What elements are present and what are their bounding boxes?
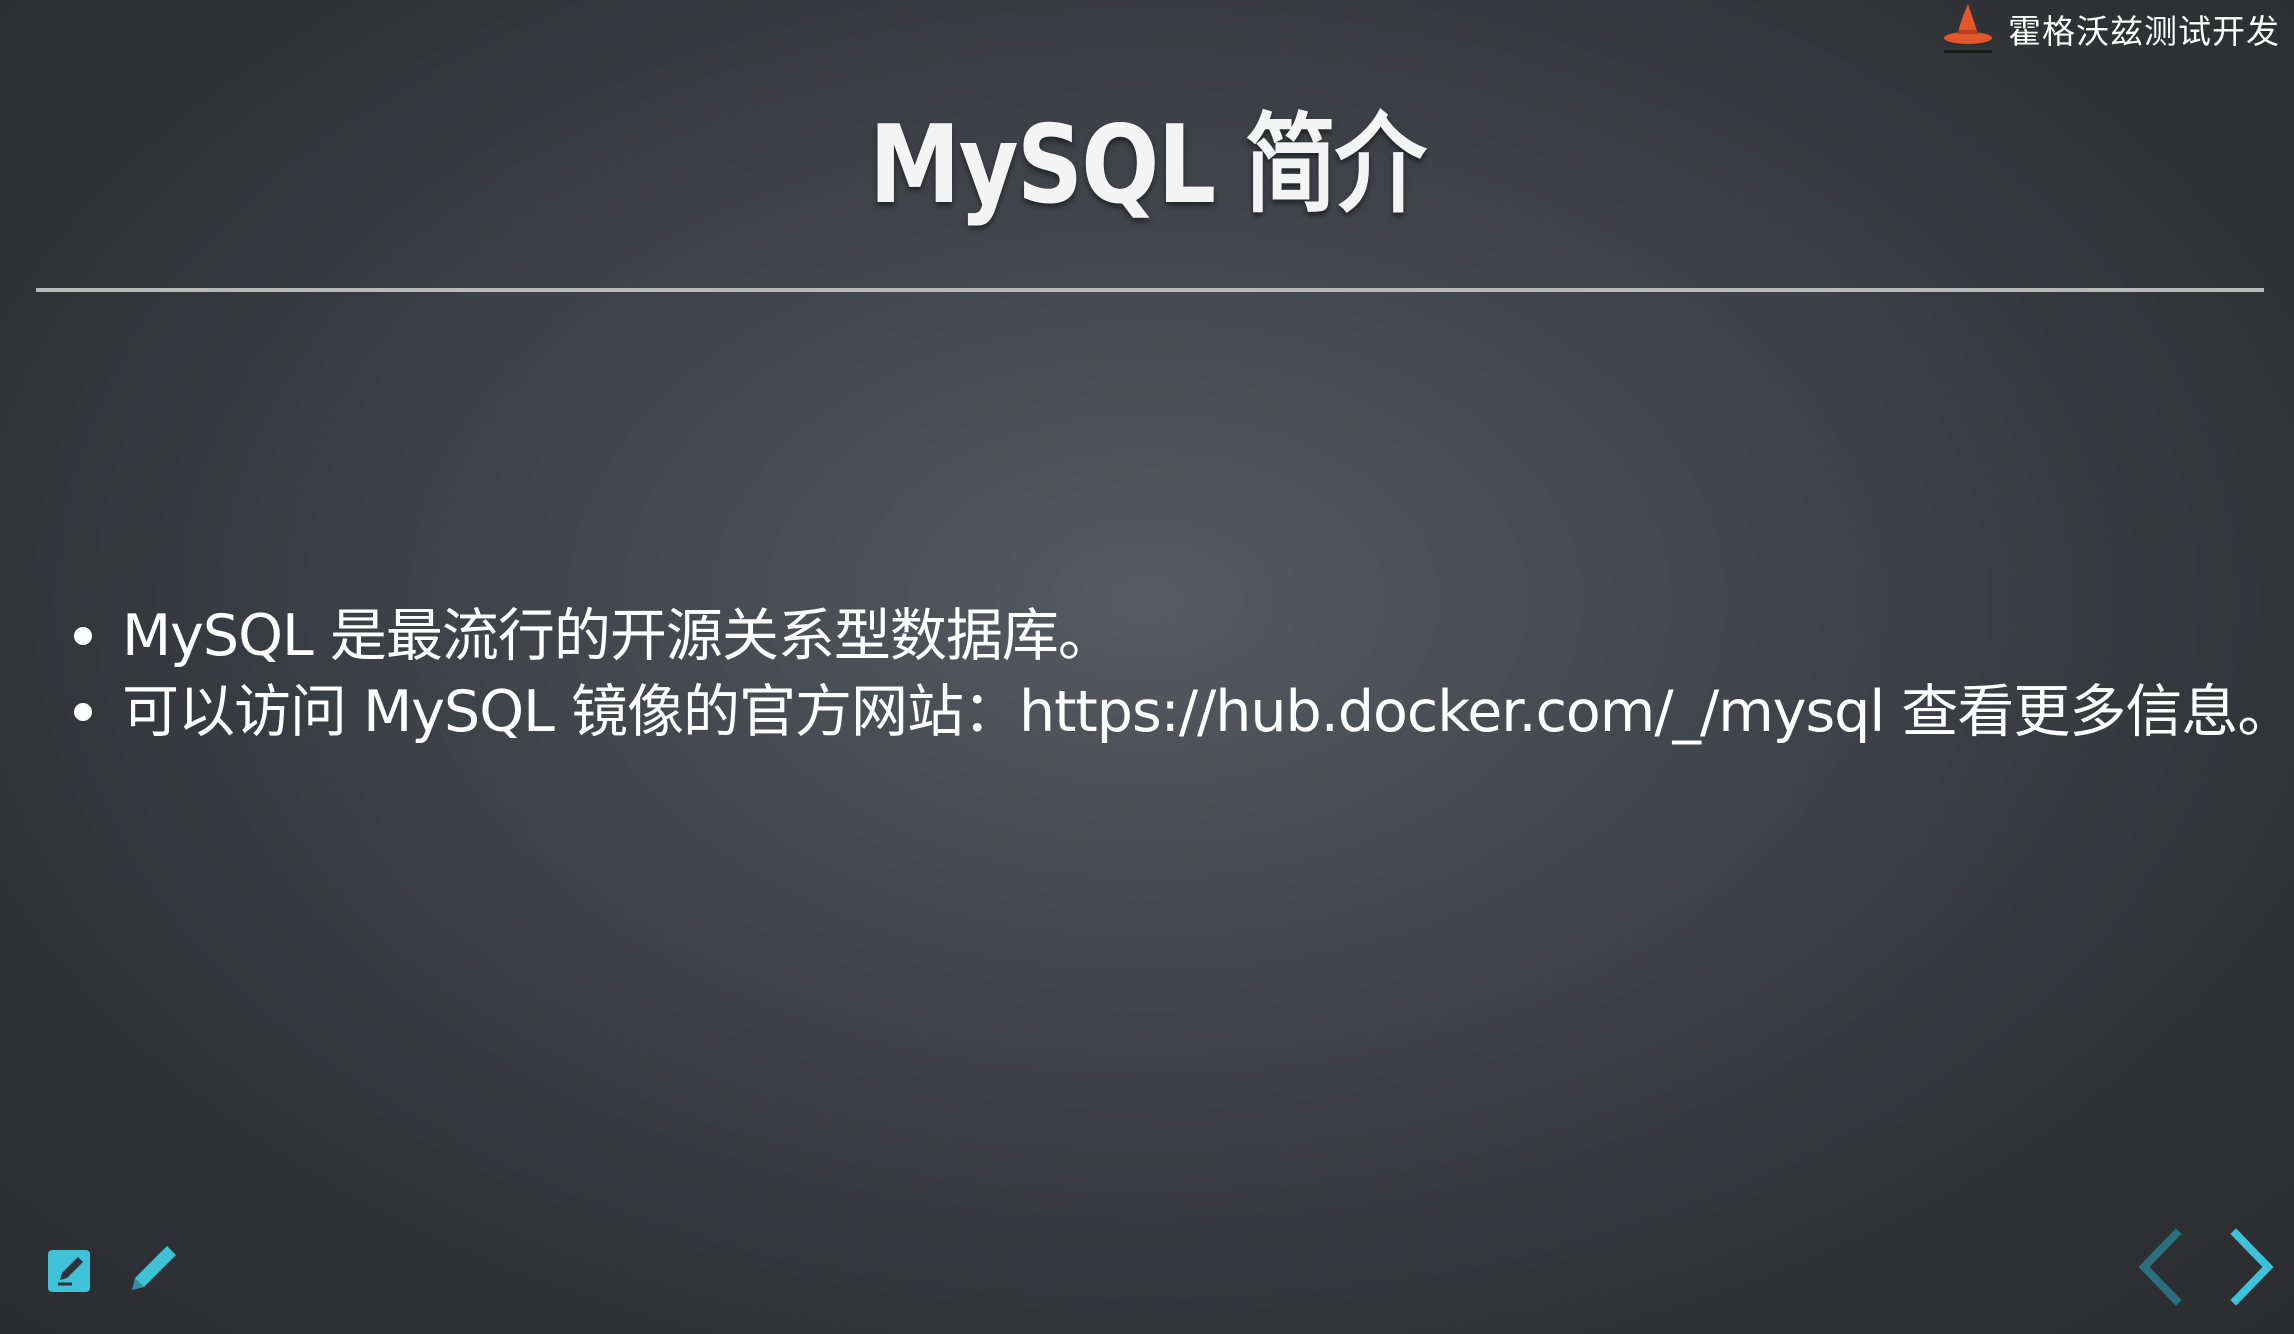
bullet-text: MySQL 是最流行的开源关系型数据库。: [122, 603, 1115, 669]
slide-title: MySQL 简介: [869, 103, 1427, 228]
brand-name: 霍格沃兹测试开发: [2008, 12, 2280, 51]
bullet-icon: [74, 627, 92, 645]
chevron-right-icon[interactable]: [2220, 1228, 2282, 1306]
edit-slide-icon[interactable]: [42, 1240, 100, 1298]
bullet-icon: [74, 703, 92, 721]
wizard-hat-icon: [1944, 4, 1992, 53]
pencil-icon[interactable]: [124, 1240, 182, 1298]
bullet-text: 可以访问 MySQL 镜像的官方网站：https://hub.docker.co…: [122, 679, 2294, 745]
list-item: 可以访问 MySQL 镜像的官方网站：https://hub.docker.co…: [74, 674, 2294, 750]
bullet-list: MySQL 是最流行的开源关系型数据库。 可以访问 MySQL 镜像的官方网站：…: [74, 598, 2294, 750]
list-item: MySQL 是最流行的开源关系型数据库。: [74, 598, 2293, 674]
brand: 霍格沃兹测试开发: [1938, 0, 2280, 58]
chevron-left-icon[interactable]: [2130, 1228, 2192, 1306]
title-divider: [36, 288, 2264, 292]
